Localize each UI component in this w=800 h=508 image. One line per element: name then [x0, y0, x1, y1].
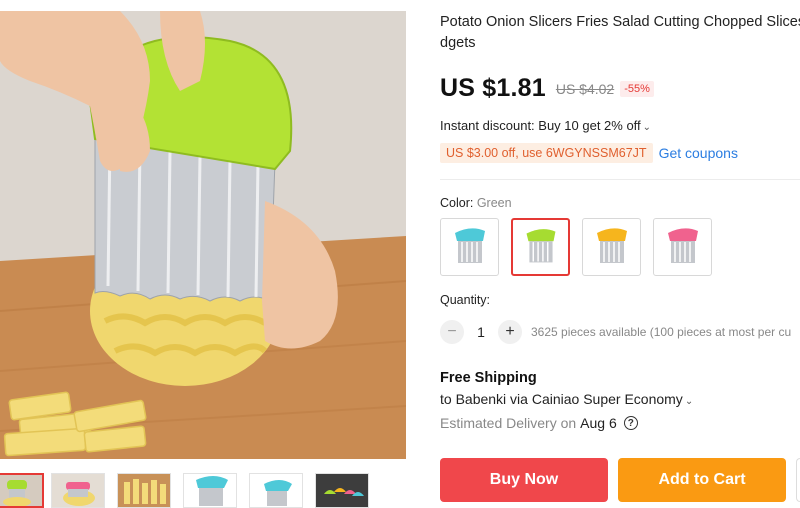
chevron-down-icon: ⌄	[642, 122, 652, 133]
coupon-row: US $3.00 off, use 6WGYNSSM67JT Get coupo…	[440, 143, 738, 163]
quantity-value[interactable]: 1	[464, 324, 498, 340]
instant-discount-text: Instant discount: Buy 10 get 2% off	[440, 118, 641, 133]
delivery-label: Estimated Delivery on	[440, 415, 577, 431]
thumbnail-4[interactable]	[183, 473, 237, 508]
shipping-destination-text: to Babenki via Cainiao Super Economy	[440, 391, 683, 407]
divider	[440, 179, 800, 180]
shipping-title: Free Shipping	[440, 370, 537, 386]
original-price: US $4.02	[555, 80, 615, 97]
coupon-code-chip: US $3.00 off, use 6WGYNSSM67JT	[440, 143, 653, 163]
buy-now-button[interactable]: Buy Now	[440, 458, 608, 502]
product-title-line1: Potato Onion Slicers Fries Salad Cutting…	[440, 14, 800, 30]
thumbnail-2[interactable]	[51, 473, 105, 508]
selected-color: Green	[476, 196, 512, 210]
thumbnail-3[interactable]	[117, 473, 171, 508]
thumbnail-6[interactable]	[315, 473, 369, 508]
delivery-date: Aug 6	[580, 415, 617, 431]
thumbnail-strip	[0, 473, 410, 508]
wishlist-button-edge[interactable]	[796, 458, 800, 502]
product-title: Potato Onion Slicers Fries Salad Cutting…	[440, 12, 800, 54]
quantity-stepper: − 1 + 3625 pieces available (100 pieces …	[440, 320, 791, 344]
current-price: US $1.81	[440, 74, 546, 102]
chevron-down-icon: ⌄	[684, 396, 694, 407]
estimated-delivery: Estimated Delivery on Aug 6 ?	[440, 415, 638, 431]
quantity-increase-button[interactable]: +	[498, 320, 522, 344]
shipping-destination[interactable]: to Babenki via Cainiao Super Economy ⌄	[440, 391, 693, 407]
stock-available: 3625 pieces available (100 pieces at mos…	[531, 325, 792, 339]
product-photo-illustration	[0, 11, 406, 459]
instant-discount[interactable]: Instant discount: Buy 10 get 2% off ⌄	[440, 118, 651, 133]
discount-badge: -55%	[620, 80, 654, 97]
color-swatches	[440, 218, 800, 278]
main-product-image[interactable]	[0, 11, 406, 459]
product-title-line2: dgets	[440, 35, 476, 51]
thumbnail-5[interactable]	[249, 473, 303, 508]
get-coupons-link[interactable]: Get coupons	[659, 145, 738, 161]
quantity-label: Quantity:	[440, 293, 491, 307]
quantity-decrease-button[interactable]: −	[440, 320, 464, 344]
color-label-text: Color:	[440, 196, 474, 210]
color-swatch-pink[interactable]	[653, 218, 712, 276]
add-to-cart-button[interactable]: Add to Cart	[618, 458, 786, 502]
color-label: Color: Green	[440, 196, 512, 210]
color-swatch-green[interactable]	[511, 218, 570, 276]
help-icon[interactable]: ?	[623, 416, 638, 430]
color-swatch-orange[interactable]	[582, 218, 641, 276]
price-row: US $1.81 US $4.02 -55%	[440, 74, 654, 103]
product-info-panel: Potato Onion Slicers Fries Salad Cutting…	[440, 0, 800, 508]
thumbnail-1[interactable]	[0, 473, 44, 508]
color-swatch-blue[interactable]	[440, 218, 499, 276]
